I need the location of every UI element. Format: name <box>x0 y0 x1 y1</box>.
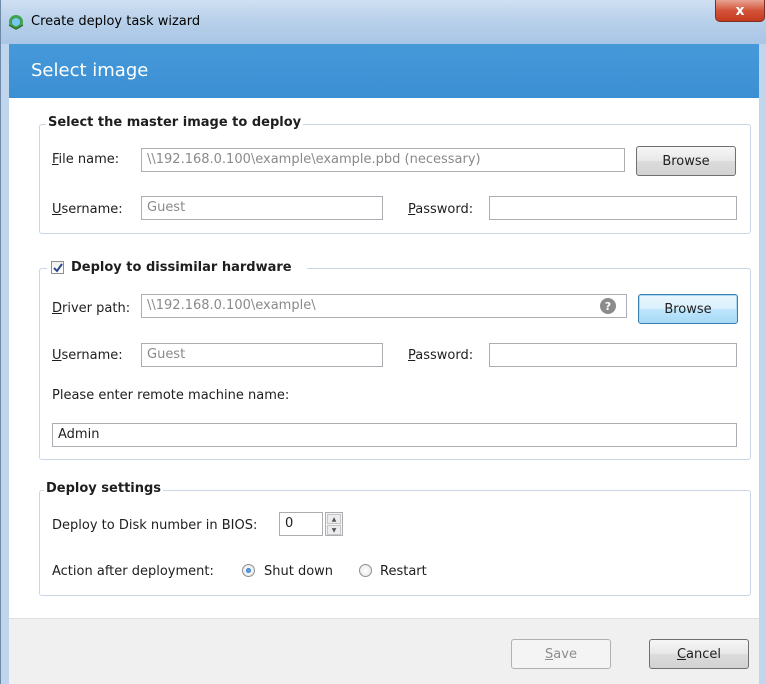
deploy-settings-group: Deploy settings <box>39 481 751 596</box>
username-label-1: Username: <box>52 202 123 217</box>
deploy-settings-legend: Deploy settings <box>44 481 164 496</box>
disk-number-stepper[interactable]: ▲ ▼ <box>325 512 343 536</box>
stepper-down-icon[interactable]: ▼ <box>327 525 341 535</box>
remote-machine-label: Please enter remote machine name: <box>52 388 290 403</box>
browse-driver-button[interactable]: Browse <box>638 294 738 324</box>
save-button[interactable]: Save <box>511 639 611 669</box>
window-frame-right <box>759 44 766 684</box>
username-input-2[interactable]: Guest <box>141 343 383 367</box>
password-input-1[interactable] <box>489 196 737 220</box>
help-icon[interactable]: ? <box>600 298 616 314</box>
dissimilar-hardware-label[interactable]: Deploy to dissimilar hardware <box>71 260 292 275</box>
window-frame-left <box>1 44 9 684</box>
password-input-2[interactable] <box>489 343 737 367</box>
stepper-up-icon[interactable]: ▲ <box>327 514 341 524</box>
disk-number-label: Deploy to Disk number in BIOS: <box>52 518 258 533</box>
restart-label[interactable]: Restart <box>380 564 427 579</box>
wizard-footer: Save Cancel <box>9 618 759 684</box>
remote-machine-input[interactable]: Admin <box>52 423 737 447</box>
browse-image-button[interactable]: Browse <box>636 146 736 176</box>
username-label-2: Username: <box>52 348 123 363</box>
wizard-content: Select the master image to deploy File n… <box>9 98 759 618</box>
page-title: Select image <box>31 60 149 81</box>
cancel-button[interactable]: Cancel <box>649 639 749 669</box>
title-bar[interactable]: Create deploy task wizard x <box>1 0 766 44</box>
password-label-1: Password: <box>408 202 474 217</box>
page-header: Select image <box>9 44 759 98</box>
shut-down-label[interactable]: Shut down <box>264 564 333 579</box>
close-icon: x <box>735 2 745 19</box>
app-icon <box>8 15 24 30</box>
check-icon <box>52 262 63 273</box>
close-button[interactable]: x <box>715 0 765 22</box>
restart-radio[interactable] <box>359 564 372 577</box>
master-image-legend: Select the master image to deploy <box>46 115 304 130</box>
shut-down-radio[interactable] <box>242 564 255 577</box>
file-name-input[interactable]: \\192.168.0.100\example\example.pbd (nec… <box>141 148 625 172</box>
dissimilar-hardware-checkbox[interactable] <box>51 261 64 274</box>
password-label-2: Password: <box>408 348 474 363</box>
driver-path-input[interactable]: \\192.168.0.100\example\ <box>141 294 627 318</box>
username-input-1[interactable]: Guest <box>141 196 383 220</box>
file-name-label: File name: <box>52 152 120 167</box>
action-label: Action after deployment: <box>52 564 214 579</box>
wizard-window: Create deploy task wizard x Select image… <box>0 0 766 684</box>
window-title: Create deploy task wizard <box>31 14 201 29</box>
driver-path-label: Driver path: <box>52 301 131 316</box>
disk-number-input[interactable]: 0 <box>279 512 323 536</box>
